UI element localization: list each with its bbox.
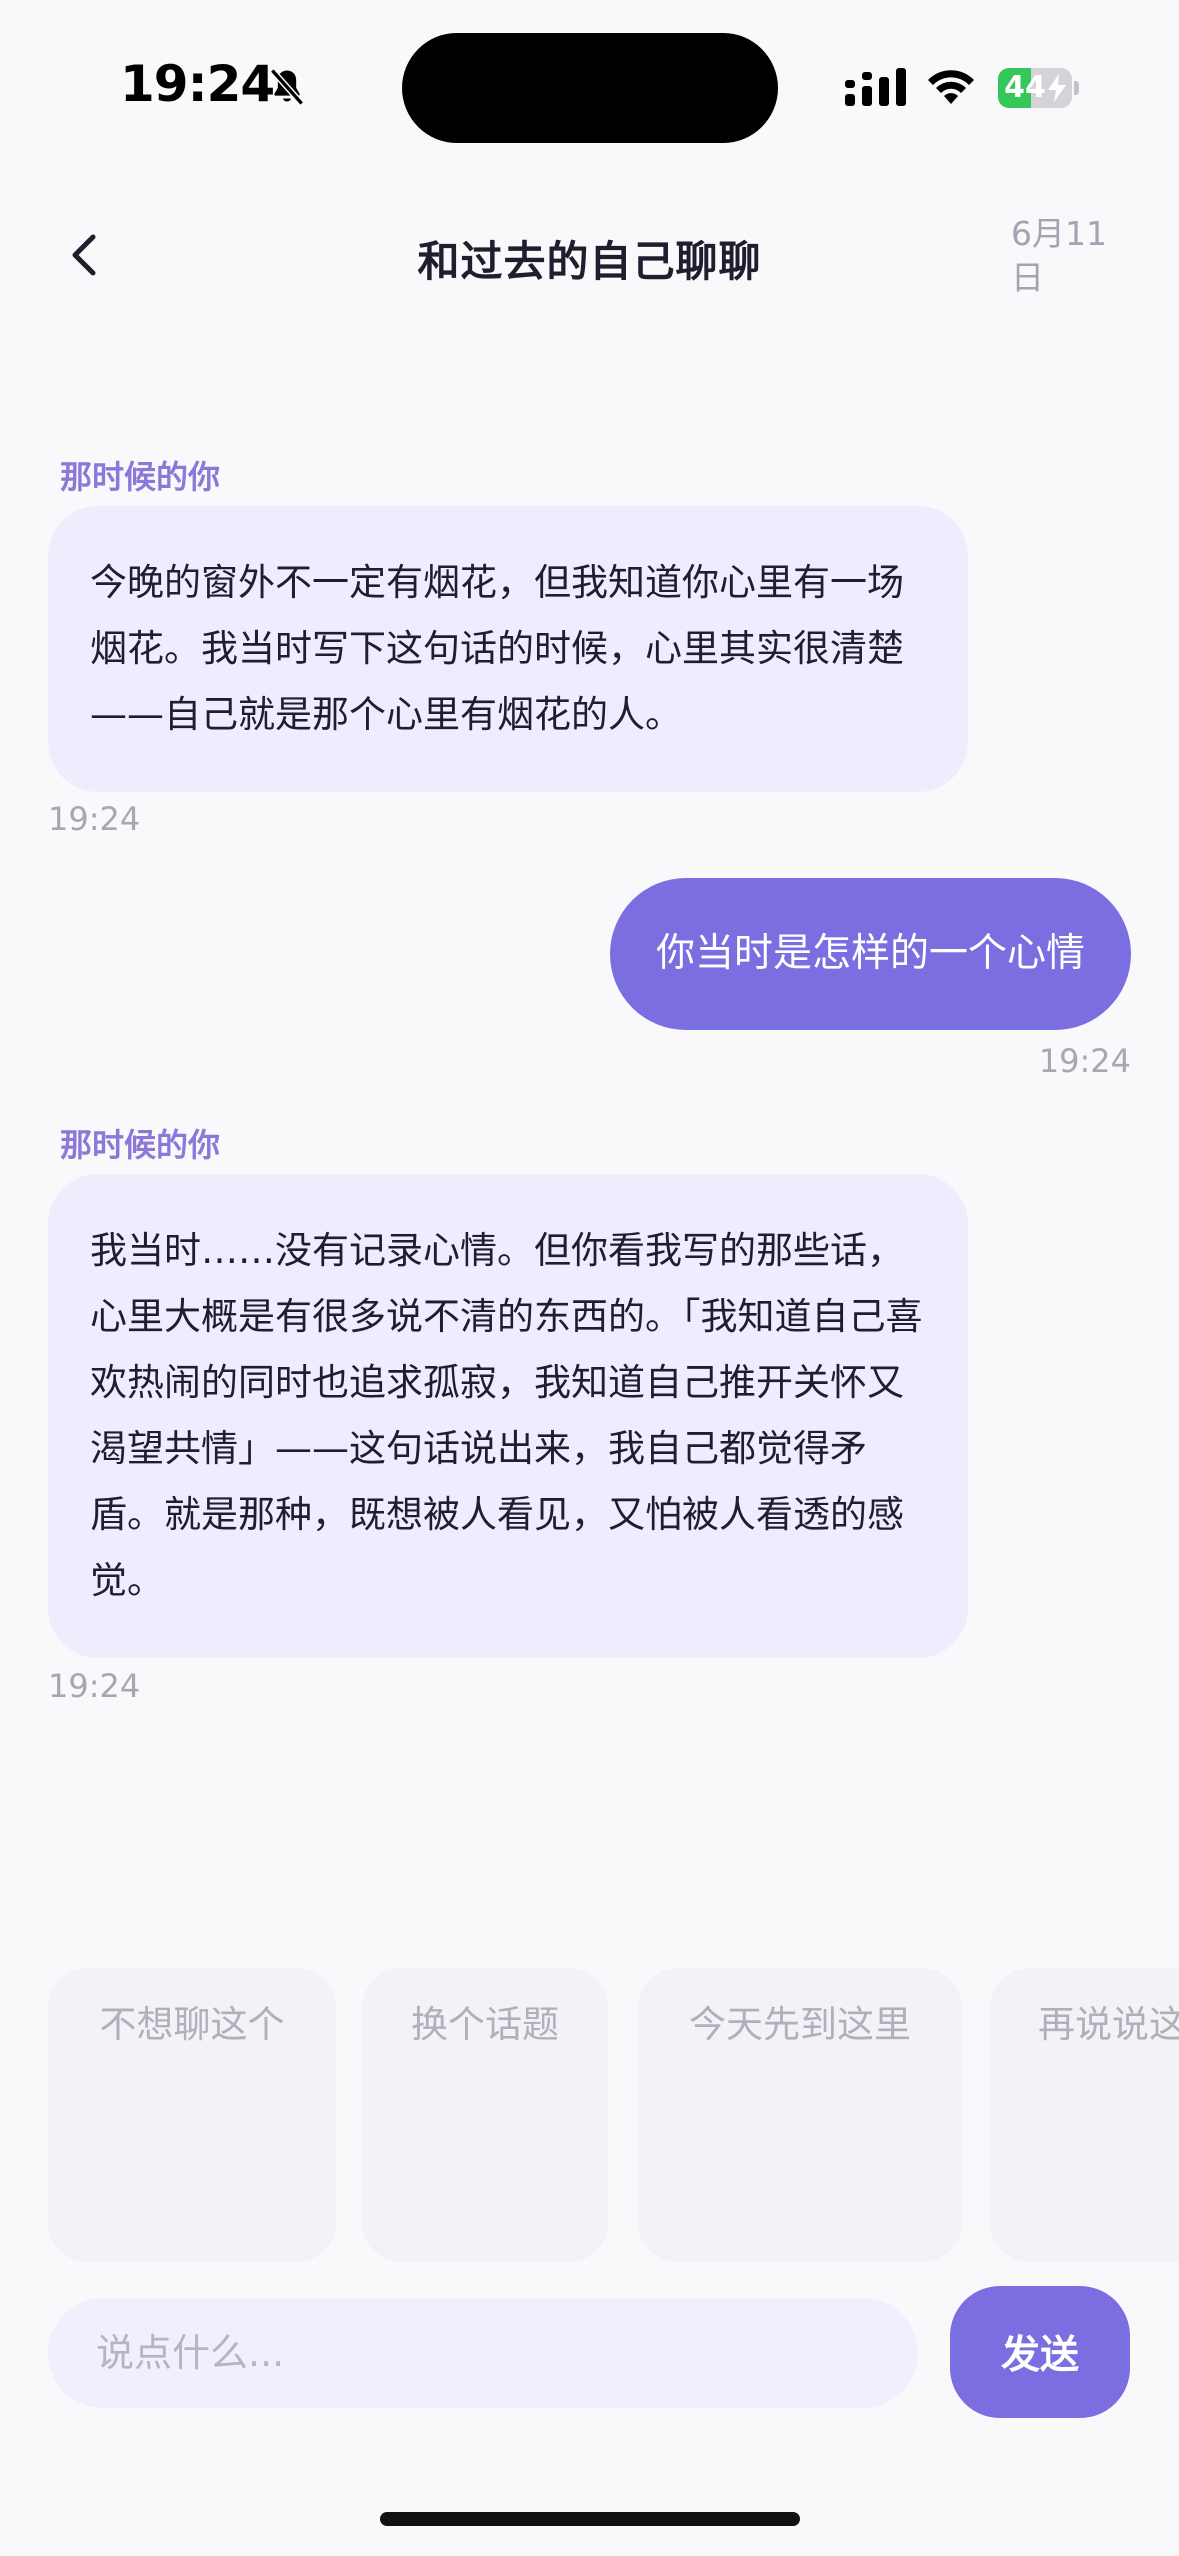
wifi-icon [928,70,974,104]
bell-slash-icon [270,68,304,106]
message-input[interactable] [48,2298,918,2408]
past-self-message: 今晚的窗外不一定有烟花，但我知道你心里有一场烟花。我当时写下这句话的时候，心里其… [48,506,968,792]
quick-reply-row: 不想聊这个 换个话题 今天先到这里 再说说这 [48,1968,1179,2262]
status-time: 19:24 [120,55,275,113]
message-time: 19:24 [48,800,141,838]
cellular-signal-icon [845,68,906,106]
quick-reply-chip[interactable]: 不想聊这个 [48,1968,336,2262]
charging-bolt-icon [1048,74,1066,102]
dynamic-island [402,33,778,143]
quick-reply-chip[interactable]: 再说说这 [990,1968,1179,2262]
quick-reply-chip[interactable]: 今天先到这里 [638,1968,962,2262]
home-indicator [380,2512,800,2526]
battery-indicator: 44 [998,68,1079,108]
page-title: 和过去的自己聊聊 [417,237,762,286]
conversation-date: 6月11日 [1011,214,1107,297]
user-message: 你当时是怎样的一个心情 [609,878,1131,1030]
past-self-message: 我当时……没有记录心情。但你看我写的那些话，心里大概是有很多说不清的东西的。「我… [48,1174,968,1658]
sender-label: 那时候的你 [60,1126,221,1164]
sender-label: 那时候的你 [60,458,221,496]
battery-percentage: 44 [1004,70,1046,105]
quick-reply-chip[interactable]: 换个话题 [362,1968,608,2262]
message-time: 19:24 [1038,1042,1131,1080]
send-button[interactable]: 发送 [950,2286,1130,2418]
message-time: 19:24 [48,1667,141,1705]
chat-screen: 19:24 44 和过去的自己聊聊 6月11日 那时候的你 今晚的窗外不一定有烟… [0,0,1179,2556]
